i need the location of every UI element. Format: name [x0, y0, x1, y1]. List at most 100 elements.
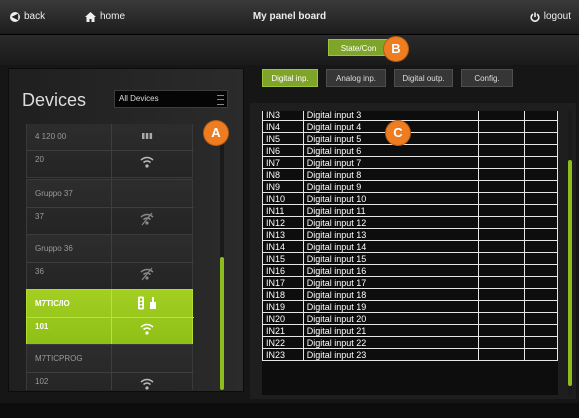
digital-inputs-table-viewport: IN3 Digital input 3 IN4 Digital input 4 IN5 D…: [262, 111, 558, 395]
input-action: [524, 300, 558, 313]
table-row[interactable]: IN9 Digital input 9: [262, 180, 558, 193]
input-action: [524, 192, 558, 205]
digital-inputs-table: IN3 Digital input 3 IN4 Digital input 4 IN5 D…: [262, 111, 558, 361]
device-filter-value: All Devices: [119, 94, 159, 103]
device-item[interactable]: M7TICPROG 102: [26, 344, 194, 390]
table-row[interactable]: IN22 Digital input 22: [262, 336, 558, 349]
input-label: Digital input 20: [302, 312, 480, 325]
device-list-scroll-thumb[interactable]: [220, 257, 224, 390]
home-button[interactable]: home: [85, 11, 125, 22]
table-row[interactable]: IN10 Digital input 10: [262, 192, 558, 205]
input-label: Digital input 22: [302, 336, 480, 349]
input-code: IN4: [262, 120, 304, 133]
input-action: [524, 348, 558, 361]
input-code: IN23: [262, 348, 304, 361]
table-row[interactable]: IN14 Digital input 14: [262, 240, 558, 253]
input-action: [524, 156, 558, 169]
table-row[interactable]: IN5 Digital input 5: [262, 132, 558, 145]
table-row[interactable]: IN8 Digital input 8: [262, 168, 558, 181]
device-name: Gruppo 36: [35, 244, 73, 253]
table-row[interactable]: IN12 Digital input 12: [262, 216, 558, 229]
device-filter-select[interactable]: All Devices: [114, 90, 228, 108]
top-bar: ◀ back home My panel board logout: [0, 0, 579, 35]
input-code: IN6: [262, 144, 304, 157]
table-row[interactable]: IN7 Digital input 7: [262, 156, 558, 169]
device-item[interactable]: 4 120 00 20: [26, 124, 194, 179]
tab-analog-inputs[interactable]: Analog inp.: [326, 69, 386, 87]
wifi-off-icon: [140, 212, 154, 226]
input-state: [478, 111, 526, 121]
input-label: Digital input 15: [302, 252, 480, 265]
back-arrow-icon: ◀: [10, 11, 20, 22]
input-code: IN22: [262, 336, 304, 349]
input-label: Digital input 23: [302, 348, 480, 361]
input-code: IN20: [262, 312, 304, 325]
device-id: 20: [35, 155, 44, 164]
input-code: IN10: [262, 192, 304, 205]
table-row[interactable]: IN6 Digital input 6: [262, 144, 558, 157]
table-row[interactable]: IN11 Digital input 11: [262, 204, 558, 217]
menu-icon: [217, 95, 224, 105]
input-code: IN18: [262, 288, 304, 301]
state-control-button[interactable]: State/Con: [328, 39, 389, 56]
back-button[interactable]: ◀ back: [10, 11, 45, 22]
input-action: [524, 264, 558, 277]
input-label: Digital input 19: [302, 300, 480, 313]
input-label: Digital input 21: [302, 324, 480, 337]
wifi-off-icon: [140, 267, 154, 281]
input-code: IN21: [262, 324, 304, 337]
table-row[interactable]: IN16 Digital input 16: [262, 264, 558, 277]
tab-digital-inputs[interactable]: Digital inp.: [262, 69, 318, 87]
table-row[interactable]: IN13 Digital input 13: [262, 228, 558, 241]
device-id: 102: [35, 377, 49, 386]
table-scroll-thumb[interactable]: [568, 160, 572, 386]
input-action: [524, 252, 558, 265]
input-state: [478, 228, 526, 241]
wifi-icon: [140, 156, 154, 168]
input-action: [524, 288, 558, 301]
traffic-light-hand-icon: [138, 296, 156, 310]
device-name: M7TIC/IO: [35, 299, 70, 308]
input-action: [524, 240, 558, 253]
input-state: [478, 192, 526, 205]
table-row[interactable]: IN3 Digital input 3: [262, 111, 558, 121]
sub-header: [0, 35, 579, 65]
input-code: IN3: [262, 111, 304, 121]
input-state: [478, 324, 526, 337]
input-code: IN5: [262, 132, 304, 145]
table-row[interactable]: IN18 Digital input 18: [262, 288, 558, 301]
input-action: [524, 324, 558, 337]
table-row[interactable]: IN15 Digital input 15: [262, 252, 558, 265]
device-id: 37: [35, 212, 44, 221]
table-row[interactable]: IN17 Digital input 17: [262, 276, 558, 289]
table-row[interactable]: IN23 Digital input 23: [262, 348, 558, 361]
device-item[interactable]: Gruppo 37 37: [26, 179, 194, 236]
tab-digital-outputs[interactable]: Digital outp.: [394, 69, 453, 87]
table-row[interactable]: IN21 Digital input 21: [262, 324, 558, 337]
input-label: Digital input 18: [302, 288, 480, 301]
logout-button[interactable]: logout: [530, 11, 571, 22]
input-code: IN12: [262, 216, 304, 229]
input-action: [524, 120, 558, 133]
input-state: [478, 120, 526, 133]
input-code: IN9: [262, 180, 304, 193]
input-action: [524, 228, 558, 241]
input-action: [524, 144, 558, 157]
grid-icon: [142, 133, 153, 139]
input-action: [524, 132, 558, 145]
callout-badge-c: C: [386, 121, 410, 145]
table-row[interactable]: IN20 Digital input 20: [262, 312, 558, 325]
device-item[interactable]: Gruppo 36 36: [26, 234, 194, 291]
input-action: [524, 216, 558, 229]
tab-config[interactable]: Config.: [461, 69, 513, 87]
device-name: 4 120 00: [35, 132, 67, 141]
input-state: [478, 204, 526, 217]
input-label: Digital input 3: [302, 111, 480, 121]
table-row[interactable]: IN19 Digital input 19: [262, 300, 558, 313]
home-label: home: [100, 11, 126, 22]
input-state: [478, 168, 526, 181]
callout-badge-a: A: [204, 121, 228, 145]
device-item-selected[interactable]: M7TIC/IO 101: [26, 289, 194, 346]
table-row[interactable]: IN4 Digital input 4: [262, 120, 558, 133]
input-state: [478, 132, 526, 145]
